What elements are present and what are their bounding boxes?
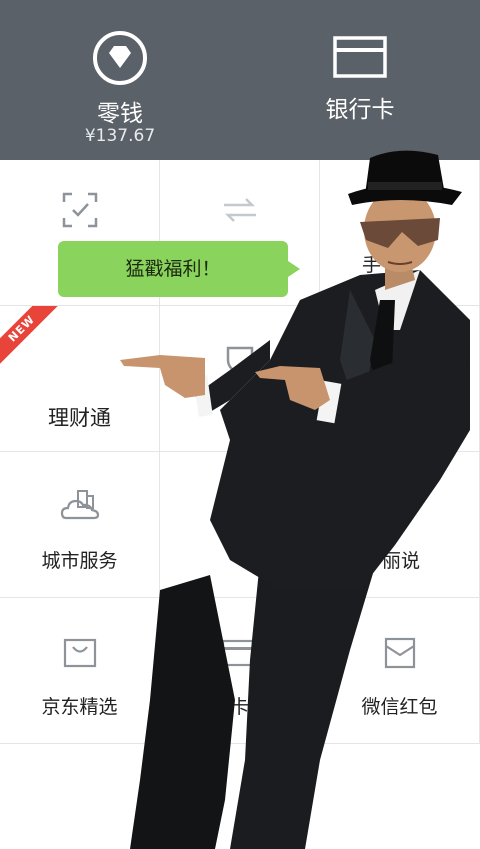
scan-check-icon — [62, 192, 97, 228]
wallet-label: 零钱 — [97, 101, 143, 127]
grid-label: 微信红包 — [361, 696, 438, 718]
grid-cell-credit-card-repay[interactable]: 信用卡还款 — [160, 598, 320, 744]
bottom-blank — [0, 750, 480, 849]
grid-cell-phone[interactable]: 手 — [320, 160, 480, 306]
grid-cell-security[interactable] — [160, 306, 320, 452]
grid-cell-hidden[interactable] — [160, 452, 320, 598]
grid-label: 手 — [362, 254, 382, 276]
grid-label: 城市服务 — [41, 550, 118, 572]
city-icon — [60, 490, 99, 520]
red-envelope-icon — [384, 637, 415, 669]
credit-card-icon — [221, 639, 259, 667]
grid-cell-empty[interactable] — [320, 306, 480, 452]
grid-cell-jd-select[interactable]: 京东精选 — [0, 598, 160, 744]
promo-bubble[interactable]: 猛戳福利！ — [58, 241, 300, 297]
shopping-bag-icon — [63, 638, 96, 668]
bank-card-label: 银行卡 — [325, 97, 395, 123]
card-icon — [333, 36, 387, 78]
wallet-amount: ¥137.67 — [84, 126, 156, 146]
grid-cell-city-services[interactable]: 城市服务 — [0, 452, 160, 598]
transfer-arrows-icon — [223, 198, 256, 222]
grid-label: 信用卡还款 — [191, 696, 287, 718]
wallet-balance-button[interactable]: 零钱 ¥137.67 — [0, 0, 240, 160]
grid-label: 理财通 — [48, 406, 111, 430]
wallet-header: 零钱 ¥137.67 银行卡 — [0, 0, 480, 160]
grid-cell-lishuo[interactable]: 丽说 — [320, 452, 480, 598]
bank-card-button[interactable]: 银行卡 — [240, 0, 480, 160]
grid-label: 丽说 — [382, 550, 421, 572]
new-badge: NEW — [0, 306, 64, 371]
diamond-circle-icon — [93, 31, 147, 85]
shield-icon — [226, 346, 253, 374]
grid-label: 京东精选 — [41, 696, 118, 718]
grid-cell-red-envelope[interactable]: 微信红包 — [320, 598, 480, 744]
grid-cell-licaitong[interactable]: NEW 理财通 — [0, 306, 160, 452]
